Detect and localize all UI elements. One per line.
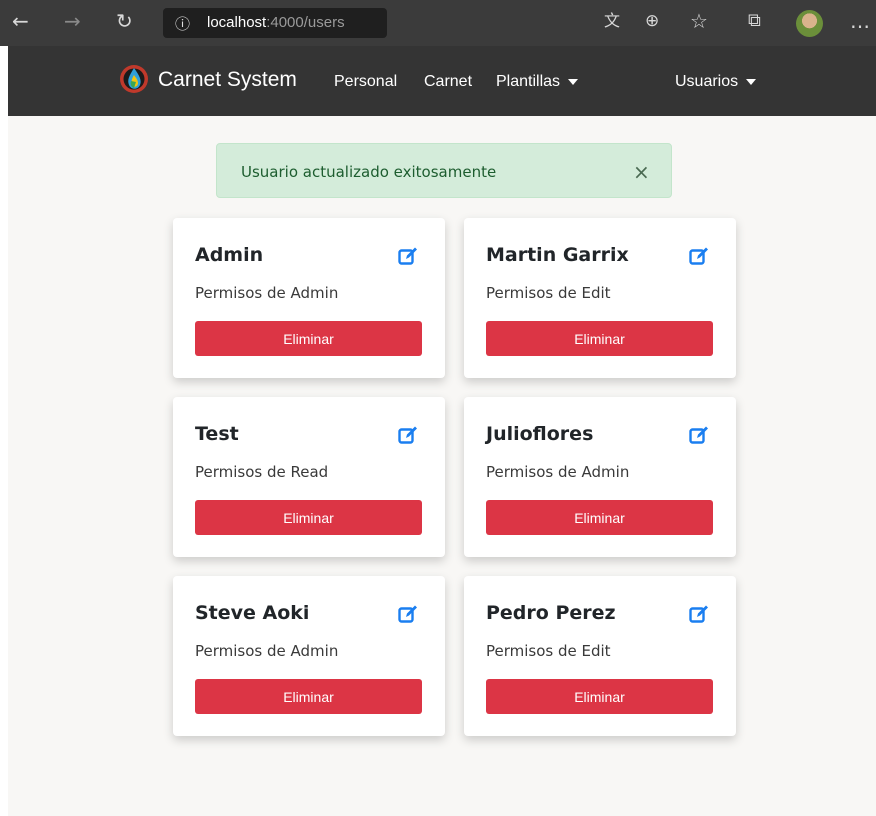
user-name: Steve Aoki [195, 602, 310, 624]
delete-button[interactable]: Eliminar [486, 321, 713, 356]
delete-button[interactable]: Eliminar [486, 679, 713, 714]
user-card: Pedro Perez Permisos de Edit Eliminar [464, 576, 736, 736]
back-arrow-icon[interactable]: ← [12, 9, 29, 33]
edit-icon[interactable] [689, 604, 709, 624]
delete-button[interactable]: Eliminar [195, 679, 422, 714]
profile-avatar-icon[interactable] [796, 10, 823, 37]
browser-toolbar: ← → ↻ ⓘ localhost:4000/users 文 ⊕ ☆ ⧉ … [0, 0, 876, 46]
user-permission: Permisos de Read [195, 463, 329, 481]
edit-icon[interactable] [689, 246, 709, 266]
edit-icon[interactable] [398, 604, 418, 624]
user-card: Martin Garrix Permisos de Edit Eliminar [464, 218, 736, 378]
page-content: Usuario actualizado exitosamente × Admin… [8, 116, 876, 816]
close-icon[interactable]: × [633, 160, 650, 184]
success-alert: Usuario actualizado exitosamente × [216, 143, 672, 198]
nav-usuarios-label: Usuarios [675, 73, 739, 90]
user-name: Test [195, 423, 239, 445]
user-permission: Permisos de Edit [486, 284, 611, 302]
brand-title[interactable]: Carnet System [158, 68, 297, 92]
user-card: Test Permisos de Read Eliminar [173, 397, 445, 557]
user-name: Pedro Perez [486, 602, 616, 624]
info-icon[interactable]: ⓘ [175, 13, 190, 34]
user-card: Julioflores Permisos de Admin Eliminar [464, 397, 736, 557]
nav-plantillas-dropdown[interactable]: Plantillas [496, 73, 579, 91]
nav-usuarios-dropdown[interactable]: Usuarios [675, 73, 757, 91]
chevron-down-icon [568, 78, 579, 85]
user-card: Admin Permisos de Admin Eliminar [173, 218, 445, 378]
user-name: Julioflores [486, 423, 594, 445]
address-bar[interactable]: ⓘ localhost:4000/users [163, 8, 387, 38]
user-permission: Permisos de Admin [195, 642, 339, 660]
delete-button[interactable]: Eliminar [195, 321, 422, 356]
alert-message: Usuario actualizado exitosamente [241, 163, 497, 181]
app-navbar: Carnet System Personal Carnet Plantillas… [8, 46, 876, 116]
favorite-star-icon[interactable]: ☆ [690, 9, 708, 33]
delete-button[interactable]: Eliminar [486, 500, 713, 535]
user-name: Admin [195, 244, 264, 266]
url-text[interactable]: localhost:4000/users [207, 14, 345, 31]
forward-arrow-icon[interactable]: → [64, 9, 81, 33]
edit-icon[interactable] [398, 425, 418, 445]
nav-carnet[interactable]: Carnet [424, 73, 472, 91]
nav-personal[interactable]: Personal [334, 73, 397, 91]
delete-button[interactable]: Eliminar [195, 500, 422, 535]
user-card: Steve Aoki Permisos de Admin Eliminar [173, 576, 445, 736]
carnet-logo-icon[interactable] [118, 63, 150, 95]
more-menu-icon[interactable]: … [850, 9, 870, 33]
user-permission: Permisos de Edit [486, 642, 611, 660]
chevron-down-icon [746, 78, 757, 85]
zoom-icon[interactable]: ⊕ [645, 9, 659, 33]
user-permission: Permisos de Admin [486, 463, 630, 481]
nav-plantillas-label: Plantillas [496, 73, 561, 90]
user-permission: Permisos de Admin [195, 284, 339, 302]
user-name: Martin Garrix [486, 244, 629, 266]
edit-icon[interactable] [398, 246, 418, 266]
collections-icon[interactable]: ⧉ [748, 9, 761, 33]
edit-icon[interactable] [689, 425, 709, 445]
refresh-icon[interactable]: ↻ [116, 9, 133, 33]
translate-icon[interactable]: 文 [604, 9, 620, 33]
